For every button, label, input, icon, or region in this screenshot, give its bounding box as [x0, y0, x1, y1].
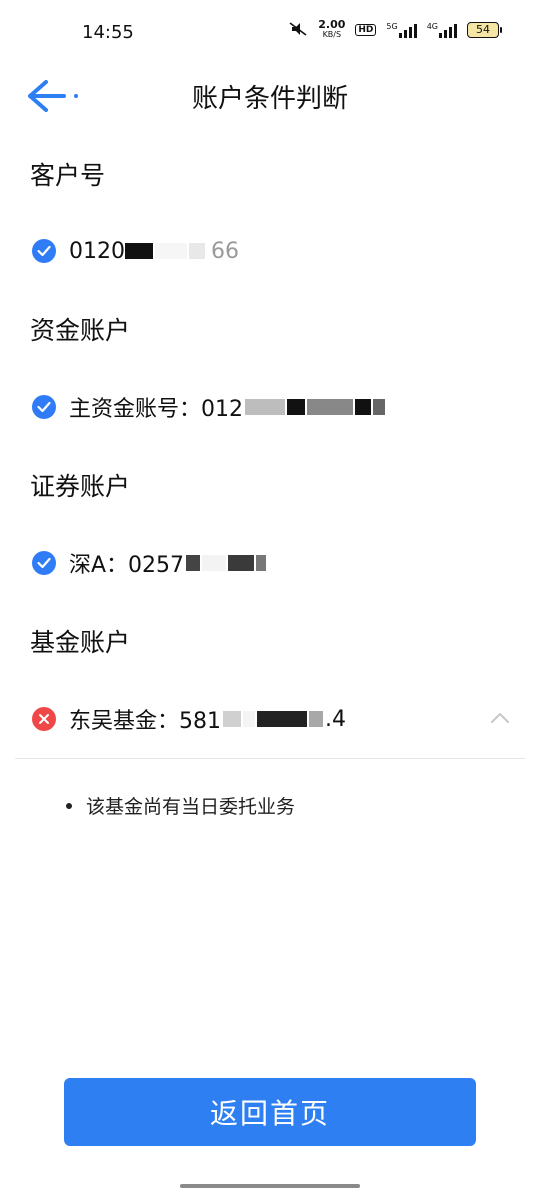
- masked-digits: [223, 711, 241, 727]
- masked-digits: [256, 555, 267, 571]
- fund-note-text: 该基金尚有当日委托业务: [86, 796, 296, 818]
- check-icon: [32, 239, 56, 263]
- check-icon: [32, 551, 56, 575]
- page-title: 账户条件判断: [191, 84, 348, 114]
- bullet: [66, 802, 72, 809]
- main-fund-account: 主资金账号：012: [69, 397, 243, 422]
- fund-note: 该基金尚有当日委托业务: [66, 792, 295, 819]
- section-title-securities: 证券账户: [30, 472, 131, 501]
- status-time: 14:55: [82, 22, 134, 43]
- shenzhen-a-account: 深A：0257: [69, 553, 185, 578]
- status-bar: 14:55 2.00 KB/S HD 5G 4G 54: [0, 0, 540, 66]
- chevron-up-icon: [491, 713, 509, 723]
- home-indicator: [180, 1184, 360, 1188]
- battery-level: 54: [467, 22, 499, 38]
- sim2-label: 4G: [426, 22, 438, 31]
- customer-row: 0120 66: [32, 233, 239, 269]
- masked-digits: [307, 399, 353, 415]
- collapse-toggle[interactable]: [488, 708, 512, 728]
- fund-account-row: 主资金账号：012: [32, 389, 385, 425]
- divider: [15, 758, 525, 759]
- masked-digits: [243, 711, 255, 727]
- net-speed-value: 2.00: [318, 18, 346, 31]
- masked-digits: [245, 399, 285, 415]
- masked-digits: [287, 399, 305, 415]
- masked-digits: [373, 399, 385, 415]
- masked-digits: [257, 711, 307, 727]
- fund-row: 东吴基金：581 .4: [32, 701, 346, 737]
- error-icon: [32, 707, 56, 731]
- masked-digits: [189, 243, 205, 259]
- home-button[interactable]: 返回首页: [64, 1078, 476, 1146]
- section-title-fund-account: 资金账户: [30, 316, 131, 345]
- masked-digits: [228, 555, 255, 571]
- battery-icon: 54: [467, 22, 502, 38]
- masked-digits: [309, 711, 323, 727]
- sim1-label: 5G: [386, 22, 398, 31]
- net-speed: 2.00 KB/S: [318, 18, 346, 40]
- masked-digits: [125, 243, 153, 259]
- status-icons: 2.00 KB/S HD 5G 4G 54: [288, 18, 502, 40]
- section-title-fund: 基金账户: [30, 628, 131, 657]
- check-icon: [32, 395, 56, 419]
- sim2-signal-icon: 4G: [427, 22, 457, 38]
- mute-icon: [288, 21, 308, 40]
- section-title-customer: 客户号: [30, 161, 106, 190]
- masked-digits: [202, 555, 227, 571]
- sim1-signal-icon: 5G: [386, 22, 417, 38]
- customer-number-tail: 66: [211, 238, 239, 264]
- securities-row: 深A：0257: [32, 545, 267, 581]
- masked-digits: [355, 399, 371, 415]
- masked-digits: [155, 243, 187, 259]
- fund-company-account-tail: .4: [325, 706, 346, 732]
- hd-icon: HD: [355, 24, 377, 36]
- fund-company-account: 东吴基金：581: [69, 709, 221, 734]
- header: 账户条件判断: [0, 66, 540, 124]
- net-speed-unit: KB/S: [322, 30, 342, 39]
- customer-number: 0120: [69, 238, 125, 264]
- masked-digits: [186, 555, 201, 571]
